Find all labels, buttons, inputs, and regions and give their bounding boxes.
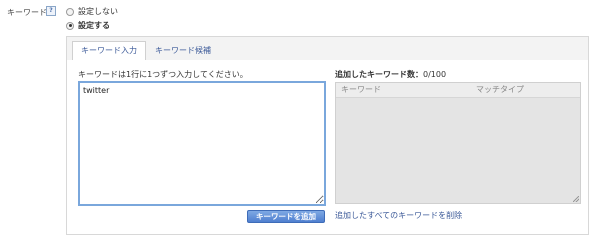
tab-content: キーワードは1行に1つずつ入力してください。 twitter キーワードを追加 … (67, 60, 588, 234)
option-no-keyword-label: 設定しない (78, 7, 118, 16)
added-keyword-table: キーワード マッチタイプ (335, 82, 581, 204)
input-instructions: キーワードは1行に1つずつ入力してください。 (78, 70, 248, 79)
tab-keyword-suggestions[interactable]: キーワード候補 (147, 42, 219, 61)
keyword-textarea[interactable]: twitter (78, 81, 326, 206)
tab-bar: キーワード入力 キーワード候補 (67, 37, 588, 61)
option-set-keyword-label: 設定する (78, 21, 110, 30)
help-icon[interactable]: ? (46, 6, 56, 16)
keyword-panel: キーワード入力 キーワード候補 キーワードは1行に1つずつ入力してください。 t… (66, 36, 589, 235)
column-header-keyword: キーワード (341, 85, 381, 94)
option-no-keyword[interactable]: 設定しない (66, 6, 118, 17)
resize-grip-icon[interactable] (573, 196, 579, 202)
table-header: キーワード マッチタイプ (336, 83, 580, 98)
tab-keyword-input[interactable]: キーワード入力 (72, 41, 146, 61)
add-keyword-button[interactable]: キーワードを追加 (247, 210, 325, 223)
option-set-keyword[interactable]: 設定する (66, 20, 110, 31)
keyword-field-label: キーワード (7, 8, 47, 17)
radio-on-icon[interactable] (66, 21, 74, 30)
added-count-value: 0/100 (423, 70, 447, 79)
added-keyword-count: 追加したキーワード数：0/100 (335, 69, 446, 80)
radio-off-icon[interactable] (66, 7, 74, 16)
added-count-label: 追加したキーワード数： (335, 70, 423, 79)
delete-all-keywords-link[interactable]: 追加したすべてのキーワードを削除 (335, 210, 462, 221)
column-header-match-type: マッチタイプ (476, 85, 524, 94)
